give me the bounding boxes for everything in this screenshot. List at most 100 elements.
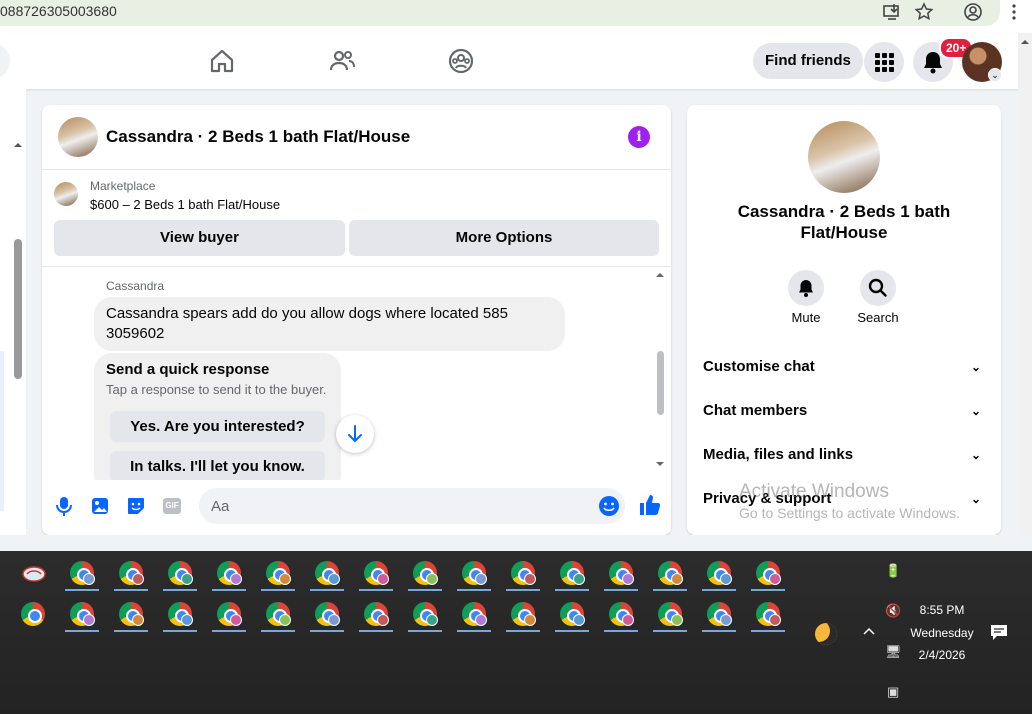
chrome-window-icon[interactable] [217,602,242,626]
chrome-window-icon[interactable] [707,561,732,585]
chrome-window-icon[interactable] [168,602,193,626]
chrome-window-icon[interactable] [609,561,634,585]
chrome-window-icon[interactable] [119,561,144,585]
chat-scrollbar[interactable] [655,271,665,469]
home-icon[interactable] [208,47,236,75]
scroll-up-icon[interactable] [13,141,23,149]
friends-icon[interactable] [328,47,356,75]
chrome-window-icon[interactable] [707,602,732,626]
chrome-window-icon[interactable] [609,602,634,626]
chrome-window-icon[interactable] [266,561,291,585]
chrome-window-icon[interactable] [315,561,340,585]
bell-icon [788,270,824,306]
address-bar[interactable]: 088726305003680 [0,0,1000,26]
section-media-files-links[interactable]: Media, files and links ⌄ [703,440,985,470]
chrome-window-icon[interactable] [217,561,242,585]
sidebar-scrollbar-thumb[interactable] [14,239,22,379]
chat-title[interactable]: Cassandra · 2 Beds 1 bath Flat/House [106,127,410,147]
facebook-search[interactable] [0,43,10,79]
chrome-window-icon[interactable] [315,602,340,626]
active-window-indicator [65,589,99,591]
menu-dots-icon[interactable] [1004,2,1024,22]
profile-icon[interactable] [963,2,983,22]
page-scrollbar[interactable] [1018,33,1032,551]
profile-badge-icon [230,573,242,585]
chrome-window-icon[interactable] [413,561,438,585]
network-icon[interactable]: 🖥 [885,644,902,660]
groups-icon[interactable] [447,47,475,75]
chrome-window-icon[interactable] [560,602,585,626]
clock-date[interactable]: 2/4/2026 [906,648,978,662]
search-action[interactable]: Search [848,270,908,325]
view-buyer-button[interactable]: View buyer [54,220,345,256]
scroll-to-bottom-button[interactable] [336,415,374,453]
activate-windows-hint: Go to Settings to activate Windows. [739,505,960,521]
camera-icon[interactable]: ▣ [887,684,899,700]
chrome-window-icon[interactable] [462,561,487,585]
section-chat-members[interactable]: Chat members ⌄ [703,396,985,426]
clock-time[interactable]: 8:55 PM [906,603,978,617]
listing-price[interactable]: $600 – 2 Beds 1 bath Flat/House [90,197,280,212]
chrome-window-icon[interactable] [756,561,781,585]
active-window-indicator [310,589,344,591]
active-window-indicator [604,589,638,591]
listing-thumbnail[interactable] [54,182,78,206]
page-bottom [0,535,1032,551]
grid-menu-icon [875,53,894,72]
chrome-window-icon[interactable] [119,602,144,626]
info-icon[interactable]: i [628,126,650,148]
volume-muted-icon[interactable]: 🔇 [885,603,901,619]
mute-action[interactable]: Mute [776,270,836,325]
chrome-window-icon[interactable] [70,561,95,585]
active-window-indicator [702,589,736,591]
pinned-app-icon[interactable] [21,563,47,585]
chevron-down-icon[interactable]: ⌄ [988,68,1002,82]
chrome-window-icon[interactable] [266,602,291,626]
thumbs-up-icon[interactable] [638,493,662,517]
chrome-window-icon[interactable] [462,602,487,626]
message-input[interactable] [199,488,625,524]
url-text[interactable]: 088726305003680 [0,3,117,19]
find-friends-button[interactable]: Find friends [753,43,863,79]
profile-badge-icon [671,614,683,626]
scroll-up-icon[interactable] [1018,37,1032,47]
photo-icon[interactable] [89,495,111,517]
chrome-window-icon[interactable] [168,561,193,585]
chevron-up-icon[interactable] [862,626,876,636]
active-window-indicator [751,589,785,591]
chrome-window-icon[interactable] [413,602,438,626]
gif-icon[interactable]: GIF [163,498,181,514]
section-customise-chat[interactable]: Customise chat ⌄ [703,352,985,382]
night-light-icon[interactable] [815,623,837,645]
bookmark-star-icon[interactable] [914,2,934,22]
chrome-window-icon[interactable] [511,561,536,585]
chrome-window-icon[interactable] [658,561,683,585]
chrome-window-icon[interactable] [756,602,781,626]
battery-icon[interactable]: 🔋 [885,563,901,579]
active-window-indicator [506,630,540,632]
chrome-window-icon[interactable] [364,561,389,585]
chrome-window-icon[interactable] [21,602,45,626]
chat-scrollbar-thumb[interactable] [657,351,664,415]
scroll-up-icon[interactable] [655,271,665,279]
more-options-button[interactable]: More Options [349,220,659,256]
quick-response-option[interactable]: Yes. Are you interested? [110,411,325,442]
menu-button[interactable] [864,42,904,82]
quick-response-option[interactable]: In talks. I'll let you know. [110,451,325,482]
windows-taskbar: 🔋 🔇 🖥 ▣ 8:55 PM Wednesday 2/4/2026 [0,551,1032,714]
conversation-avatar[interactable] [808,121,880,193]
notification-center-icon[interactable] [989,623,1009,641]
message-bubble[interactable]: Cassandra spears add do you allow dogs w… [94,297,565,351]
emoji-icon[interactable] [598,495,620,517]
chrome-window-icon[interactable] [70,602,95,626]
scroll-down-icon[interactable] [655,460,665,468]
listing-avatar[interactable] [58,117,98,157]
sticker-icon[interactable] [125,495,147,517]
chrome-window-icon[interactable] [511,602,536,626]
install-app-icon[interactable] [882,2,902,22]
chrome-window-icon[interactable] [560,561,585,585]
microphone-icon[interactable] [53,495,75,517]
clock-day[interactable]: Wednesday [906,626,978,640]
chrome-window-icon[interactable] [364,602,389,626]
chrome-window-icon[interactable] [658,602,683,626]
